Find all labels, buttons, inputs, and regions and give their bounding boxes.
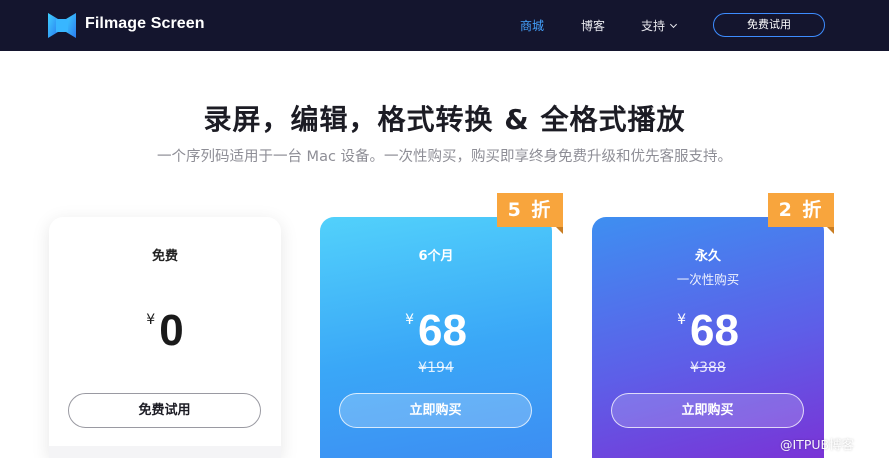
plan-subtitle: 一次性购买 <box>676 272 740 287</box>
plan-price: ¥0 <box>49 305 281 357</box>
discount-badge-6-months: 5 折 <box>497 193 563 234</box>
plan-title: 免费 <box>151 249 178 264</box>
buy-6-months-button[interactable]: 立即购买 <box>339 393 532 428</box>
plan-title: 永久 <box>694 249 721 264</box>
nav-link-blog[interactable]: 博客 <box>581 17 605 34</box>
hero-title: 录屏，编辑，格式转换 & 全格式播放 <box>203 103 686 136</box>
nav-link-store[interactable]: 商城 <box>520 17 544 34</box>
badge-fold <box>827 227 834 234</box>
free-trial-button[interactable]: 免费试用 <box>713 13 825 37</box>
plan-price: ¥68 <box>592 305 824 357</box>
plan-card-lifetime: 永久 一次性购买 ¥68 ¥388 立即购买 <box>592 217 824 458</box>
buy-lifetime-button[interactable]: 立即购买 <box>611 393 804 428</box>
nav-link-support[interactable]: 支持 <box>641 17 678 34</box>
currency-symbol: ¥ <box>677 312 686 328</box>
price-amount: 0 <box>159 306 184 355</box>
chevron-down-icon <box>669 20 678 29</box>
currency-symbol: ¥ <box>146 312 156 328</box>
card-footer-strip <box>49 446 281 458</box>
discount-badge-label: 5 折 <box>507 199 553 221</box>
price-amount: 68 <box>417 306 467 355</box>
free-trial-plan-button[interactable]: 免费试用 <box>68 393 261 428</box>
badge-fold <box>556 227 563 234</box>
filmage-logo-icon[interactable] <box>48 13 76 38</box>
original-price: ¥194 <box>418 360 454 376</box>
discount-badge-label: 2 折 <box>778 199 824 221</box>
brand-name[interactable]: Filmage Screen <box>85 15 205 33</box>
plan-title: 6个月 <box>418 249 454 264</box>
top-navbar: Filmage Screen 商城 博客 支持 免费试用 <box>0 0 889 51</box>
watermark: @ITPUB博客 <box>780 437 855 452</box>
nav-link-support-label: 支持 <box>641 19 666 33</box>
currency-symbol: ¥ <box>405 312 414 328</box>
plan-card-free: 免费 ¥0 免费试用 <box>49 217 281 458</box>
original-price: ¥388 <box>690 360 726 376</box>
plan-card-6-months: 6个月 ¥68 ¥194 立即购买 <box>320 217 552 458</box>
hero-subtitle: 一个序列码适用于一台 Mac 设备。一次性购买，购买即享终身免费升级和优先客服支… <box>156 149 733 165</box>
plan-price: ¥68 <box>320 305 552 357</box>
discount-badge-lifetime: 2 折 <box>768 193 834 234</box>
price-amount: 68 <box>689 306 739 355</box>
